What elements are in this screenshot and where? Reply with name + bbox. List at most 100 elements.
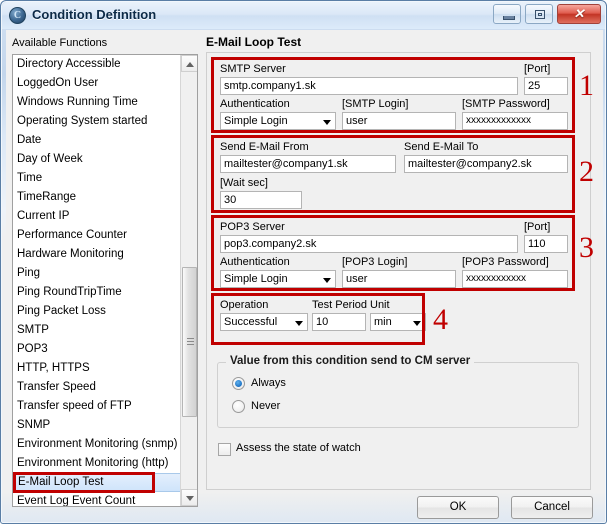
chevron-down-icon — [323, 120, 331, 125]
smtp-auth-select[interactable]: Simple Login — [220, 112, 336, 130]
list-item[interactable]: LoggedOn User — [13, 74, 181, 93]
operation-group: Operation Test Period Unit Successful 10… — [213, 295, 426, 343]
maximize-icon — [534, 10, 545, 19]
condition-definition-window: C Condition Definition ✕ Available Funct… — [0, 0, 607, 524]
send-from-input[interactable]: mailtester@company1.sk — [220, 155, 396, 173]
assess-state-checkbox[interactable] — [218, 443, 231, 456]
smtp-server-label: SMTP Server — [220, 63, 286, 75]
radio-never-label: Never — [251, 400, 281, 412]
list-item[interactable]: SMTP — [13, 321, 181, 340]
maximize-button[interactable] — [524, 4, 553, 24]
list-item[interactable]: Day of Week — [13, 150, 181, 169]
list-item[interactable]: Time — [13, 169, 181, 188]
list-scrollbar[interactable] — [180, 55, 197, 506]
smtp-server-input[interactable]: smtp.company1.sk — [220, 77, 518, 95]
page-title: E-Mail Loop Test — [206, 35, 302, 49]
radio-never[interactable] — [232, 400, 245, 413]
smtp-group: SMTP Server [Port] smtp.company1.sk 25 A… — [213, 59, 573, 131]
window-controls: ✕ — [492, 4, 601, 25]
pop3-server-input[interactable]: pop3.company2.sk — [220, 235, 518, 253]
list-item[interactable]: Environment Monitoring (snmp) — [13, 435, 181, 454]
wait-sec-label: [Wait sec] — [220, 177, 268, 189]
radio-always-label: Always — [251, 377, 286, 389]
list-item[interactable]: Operating System started — [13, 112, 181, 131]
app-circle-icon: C — [9, 7, 26, 24]
list-item[interactable]: Transfer Speed — [13, 378, 181, 397]
smtp-auth-label: Authentication — [220, 98, 290, 110]
list-item[interactable]: SNMP — [13, 416, 181, 435]
pop3-password-input[interactable]: xxxxxxxxxxxx — [462, 270, 568, 288]
list-item-selected[interactable]: E-Mail Loop Test — [13, 473, 181, 492]
pop3-login-input[interactable]: user — [342, 270, 456, 288]
test-period-input[interactable]: 10 — [312, 313, 366, 331]
close-button[interactable]: ✕ — [557, 4, 601, 24]
pop3-group: POP3 Server [Port] pop3.company2.sk 110 … — [213, 217, 573, 289]
window-title: Condition Definition — [32, 7, 157, 22]
smtp-port-input[interactable]: 25 — [524, 77, 568, 95]
smtp-login-label: [SMTP Login] — [342, 98, 409, 110]
scrollbar-thumb[interactable] — [182, 267, 197, 417]
send-to-label: Send E-Mail To — [404, 141, 479, 153]
cm-server-caption: Value from this condition send to CM ser… — [226, 355, 475, 367]
email-loop-test-panel: SMTP Server [Port] smtp.company1.sk 25 A… — [206, 52, 594, 490]
list-item[interactable]: Transfer speed of FTP — [13, 397, 181, 416]
list-item[interactable]: Ping — [13, 264, 181, 283]
pop3-login-label: [POP3 Login] — [342, 256, 408, 268]
scrollbar-grip-icon — [187, 338, 194, 346]
pop3-auth-value: Simple Login — [224, 273, 288, 285]
wait-sec-input[interactable]: 30 — [220, 191, 302, 209]
list-item[interactable]: Performance Counter — [13, 226, 181, 245]
list-item[interactable]: Directory Accessible — [13, 55, 181, 74]
smtp-login-input[interactable]: user — [342, 112, 456, 130]
send-from-label: Send E-Mail From — [220, 141, 309, 153]
list-item[interactable]: Windows Running Time — [13, 93, 181, 112]
cm-server-group: Value from this condition send to CM ser… — [217, 355, 579, 428]
operation-value: Successful — [224, 316, 278, 328]
pop3-auth-select[interactable]: Simple Login — [220, 270, 336, 288]
close-icon: ✕ — [573, 6, 585, 21]
list-item[interactable]: TimeRange — [13, 188, 181, 207]
title-bar: C Condition Definition ✕ — [2, 2, 605, 29]
list-item[interactable]: Environment Monitoring (http) — [13, 454, 181, 473]
cancel-button[interactable]: Cancel — [511, 496, 593, 519]
minimize-button[interactable] — [492, 4, 521, 24]
operation-select[interactable]: Successful — [220, 313, 308, 331]
annotation-number-3: 3 — [579, 231, 594, 264]
unit-value: min — [374, 316, 392, 328]
scroll-up-button[interactable] — [181, 55, 197, 72]
smtp-auth-value: Simple Login — [224, 115, 288, 127]
list-item[interactable]: Ping Packet Loss — [13, 302, 181, 321]
list-item[interactable]: Current IP — [13, 207, 181, 226]
unit-label: Unit — [370, 299, 390, 311]
assess-state-label: Assess the state of watch — [236, 442, 361, 454]
client-area: Available Functions Directory Accessible… — [6, 30, 603, 507]
annotation-number-1: 1 — [579, 69, 594, 102]
list-item[interactable]: Ping RoundTripTime — [13, 283, 181, 302]
pop3-port-input[interactable]: 110 — [524, 235, 568, 253]
available-functions-list[interactable]: Directory Accessible LoggedOn User Windows… — [12, 54, 198, 507]
send-to-input[interactable]: mailtester@company2.sk — [404, 155, 568, 173]
available-functions-label: Available Functions — [12, 37, 108, 49]
pop3-auth-label: Authentication — [220, 256, 290, 268]
annotation-number-4: 4 — [433, 303, 448, 336]
unit-select[interactable]: min — [370, 313, 426, 331]
chevron-down-icon — [323, 278, 331, 283]
minimize-icon — [502, 16, 515, 20]
test-period-label: Test Period — [312, 299, 368, 311]
list-item[interactable]: HTTP, HTTPS — [13, 359, 181, 378]
smtp-port-label: [Port] — [524, 63, 551, 75]
list-item[interactable]: Hardware Monitoring — [13, 245, 181, 264]
list-item[interactable]: Date — [13, 131, 181, 150]
ok-button[interactable]: OK — [417, 496, 499, 519]
chevron-up-icon — [186, 62, 194, 67]
chevron-down-icon — [413, 321, 421, 326]
chevron-down-icon — [295, 321, 303, 326]
mail-group: Send E-Mail From Send E-Mail To mailtest… — [213, 137, 573, 211]
pop3-server-label: POP3 Server — [220, 221, 285, 233]
radio-always[interactable] — [232, 377, 245, 390]
smtp-password-input[interactable]: xxxxxxxxxxxxx — [462, 112, 568, 130]
list-item[interactable]: POP3 — [13, 340, 181, 359]
operation-label: Operation — [220, 299, 269, 311]
smtp-password-label: [SMTP Password] — [462, 98, 550, 110]
dialog-footer: OK Cancel — [2, 492, 605, 522]
